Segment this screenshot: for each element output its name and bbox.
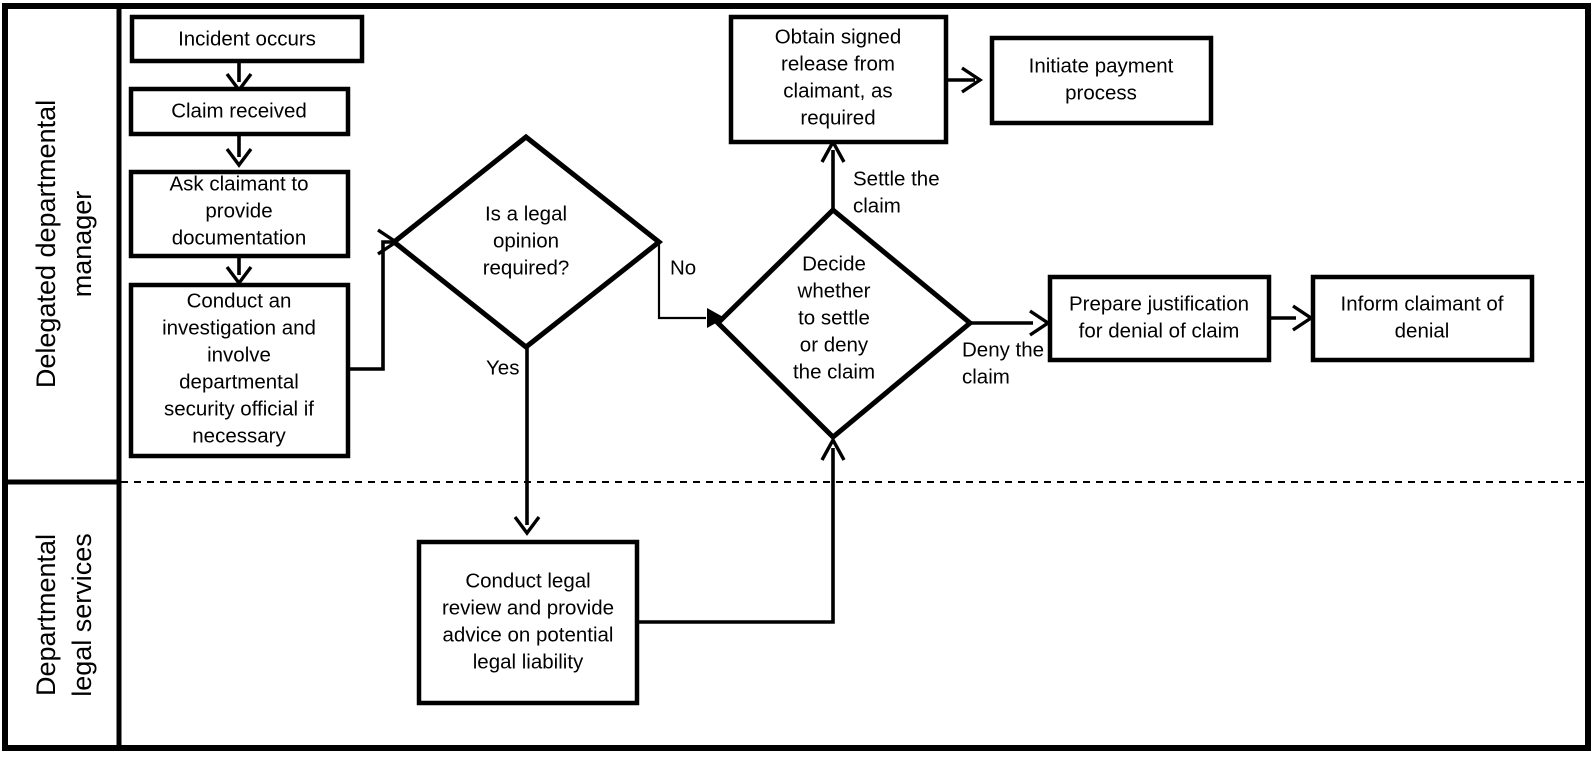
flowchart-canvas: Delegated departmental manager Departmen… xyxy=(2,3,1591,751)
node-initiate-payment-line-1: Initiate payment xyxy=(1029,54,1174,77)
node-conduct-legal-review-line-2: review and provide xyxy=(442,596,614,619)
node-conduct-legal-review[interactable]: Conduct legal review and provide advice … xyxy=(416,539,640,706)
lane-label-legal-line-2: legal services xyxy=(67,533,97,697)
node-conduct-investigation-line-2: investigation and xyxy=(162,316,316,339)
lane-label-manager: Delegated departmental manager xyxy=(31,100,97,388)
connector-ask-to-investigation xyxy=(225,256,253,286)
connector-deny-branch xyxy=(970,309,1052,337)
node-claim-received-label: Claim received xyxy=(171,99,307,122)
node-ask-claimant-line-2: provide xyxy=(205,199,272,222)
node-legal-opinion-decision-line-1: Is a legal xyxy=(485,202,567,225)
node-conduct-investigation-line-1: Conduct an xyxy=(187,289,292,312)
node-conduct-legal-review-line-3: advice on potential xyxy=(443,623,614,646)
connector-incident-to-claim xyxy=(225,60,253,93)
lane-label-manager-line-1: Delegated departmental xyxy=(31,100,61,388)
node-conduct-investigation-line-4: departmental xyxy=(179,370,299,393)
connector-justification-to-inform xyxy=(1269,304,1315,332)
node-settle-or-deny-line-5: the claim xyxy=(793,360,875,383)
node-obtain-signed-release-line-3: claimant, as xyxy=(783,79,892,102)
lane-label-legal: Departmental legal services xyxy=(31,533,97,697)
connector-claim-to-ask xyxy=(225,133,253,168)
edge-label-settle-line-2: claim xyxy=(853,194,901,217)
node-obtain-signed-release-line-2: release from xyxy=(781,52,895,75)
node-ask-claimant[interactable]: Ask claimant to provide documentation xyxy=(128,169,351,259)
node-conduct-legal-review-line-1: Conduct legal xyxy=(465,569,590,592)
node-prepare-justification[interactable]: Prepare justification for denial of clai… xyxy=(1047,274,1272,363)
node-conduct-investigation-line-5: security official if xyxy=(164,397,314,420)
node-settle-or-deny-decision[interactable]: Decide whether to settle or deny the cla… xyxy=(714,206,974,441)
node-obtain-signed-release-line-1: Obtain signed xyxy=(775,25,902,48)
lane-label-legal-line-1: Departmental xyxy=(31,534,61,696)
edge-label-no: No xyxy=(670,256,696,279)
node-conduct-investigation-line-6: necessary xyxy=(192,424,286,447)
node-inform-claimant-line-2: denial xyxy=(1395,319,1450,342)
node-inform-claimant-line-1: Inform claimant of xyxy=(1341,292,1504,315)
node-incident-occurs[interactable]: Incident occurs xyxy=(129,14,365,64)
node-conduct-legal-review-line-4: legal liability xyxy=(473,650,584,673)
node-obtain-signed-release[interactable]: Obtain signed release from claimant, as … xyxy=(728,14,949,145)
connector-release-to-payment xyxy=(946,66,984,94)
connector-investigation-to-legal-decision xyxy=(348,228,400,371)
node-claim-received[interactable]: Claim received xyxy=(128,86,351,137)
node-settle-or-deny-line-2: whether xyxy=(797,279,871,302)
node-settle-or-deny-line-3: to settle xyxy=(798,306,870,329)
node-initiate-payment[interactable]: Initiate payment process xyxy=(989,35,1214,126)
lane-label-manager-line-2: manager xyxy=(67,191,97,298)
node-conduct-investigation-line-3: involve xyxy=(207,343,271,366)
node-prepare-justification-line-2: for denial of claim xyxy=(1079,319,1240,342)
node-legal-opinion-decision-line-3: required? xyxy=(483,256,570,279)
node-obtain-signed-release-line-4: required xyxy=(800,106,875,129)
connector-legal-review-to-decision xyxy=(637,436,846,624)
node-inform-claimant[interactable]: Inform claimant of denial xyxy=(1310,274,1535,363)
edge-label-yes: Yes xyxy=(486,356,519,379)
node-settle-or-deny-line-1: Decide xyxy=(802,252,866,275)
node-legal-opinion-decision[interactable]: Is a legal opinion required? xyxy=(389,133,664,351)
connector-settle-branch xyxy=(820,138,846,210)
node-conduct-investigation[interactable]: Conduct an investigation and involve dep… xyxy=(128,282,351,459)
swimlane-flowchart: Delegated departmental manager Departmen… xyxy=(0,0,1596,758)
node-ask-claimant-line-1: Ask claimant to xyxy=(170,172,309,195)
node-prepare-justification-line-1: Prepare justification xyxy=(1069,292,1249,315)
node-settle-or-deny-line-4: or deny xyxy=(800,333,869,356)
node-initiate-payment-line-2: process xyxy=(1065,81,1137,104)
node-incident-occurs-label: Incident occurs xyxy=(178,27,316,50)
edge-label-deny-line-1: Deny the xyxy=(962,338,1044,361)
edge-label-settle-line-1: Settle the xyxy=(853,167,940,190)
node-legal-opinion-decision-line-2: opinion xyxy=(493,229,559,252)
edge-label-deny-line-2: claim xyxy=(962,365,1010,388)
node-ask-claimant-line-3: documentation xyxy=(172,226,306,249)
